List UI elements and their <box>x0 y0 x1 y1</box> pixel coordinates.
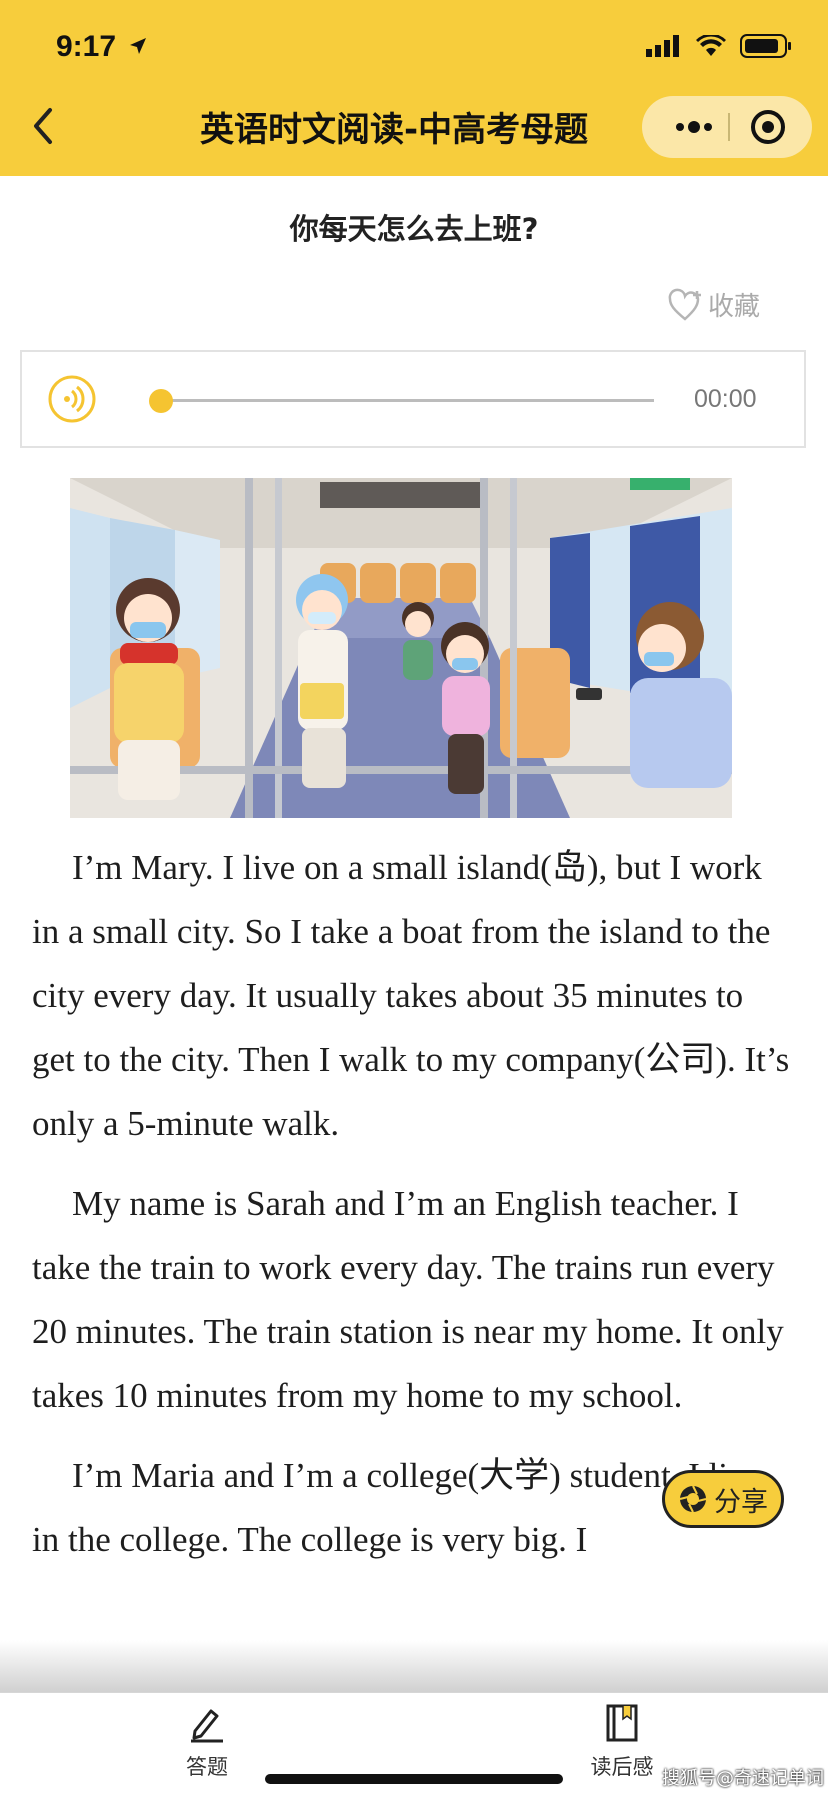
back-icon[interactable] <box>26 104 62 148</box>
heart-plus-icon <box>668 288 701 321</box>
page-title: 英语时文阅读-中高考母题 <box>200 110 589 150</box>
wifi-icon <box>696 35 726 56</box>
article-paragraph: My name is Sarah and I’m an English teac… <box>32 1184 784 1415</box>
location-arrow-icon <box>130 38 146 54</box>
article-paragraph: I’m Mary. I live on a small island(岛), b… <box>32 848 790 1143</box>
pencil-icon <box>191 1709 223 1743</box>
audio-progress-knob[interactable] <box>149 389 173 413</box>
capsule-divider <box>728 113 730 141</box>
status-time: 9:17 <box>56 30 117 63</box>
close-miniprogram-icon[interactable] <box>750 109 786 145</box>
tab-reflection-label: 读后感 <box>590 1755 654 1779</box>
bus-illustration <box>70 478 732 818</box>
watermark: 搜狐号@奇速记单词 <box>662 1768 824 1789</box>
status-icons <box>646 34 792 58</box>
home-indicator <box>265 1774 563 1784</box>
share-label: 分享 <box>714 1486 768 1518</box>
favorite-label: 收藏 <box>708 292 761 322</box>
audio-play-icon[interactable] <box>48 375 96 423</box>
tab-answer[interactable]: 答题 <box>147 1703 267 1781</box>
share-button[interactable]: 分享 <box>662 1470 784 1528</box>
signal-icon <box>646 35 679 57</box>
article-illustration <box>70 478 732 818</box>
article-title: 你每天怎么去上班? <box>289 212 539 246</box>
audio-player: 00:00 <box>20 350 806 448</box>
audio-time: 00:00 <box>694 385 757 413</box>
tab-answer-label: 答题 <box>186 1755 228 1779</box>
notebook-icon <box>606 1704 638 1742</box>
favorite-button[interactable]: 收藏 <box>668 286 760 323</box>
battery-icon <box>740 34 791 58</box>
miniprogram-capsule <box>642 96 812 158</box>
app-header: 9:17 英语时文阅读-中高考母题 <box>0 0 828 176</box>
camera-shutter-icon <box>679 1485 707 1513</box>
bottom-fade <box>0 1640 828 1692</box>
more-icon[interactable] <box>668 112 720 142</box>
audio-progress-track[interactable] <box>160 399 654 402</box>
